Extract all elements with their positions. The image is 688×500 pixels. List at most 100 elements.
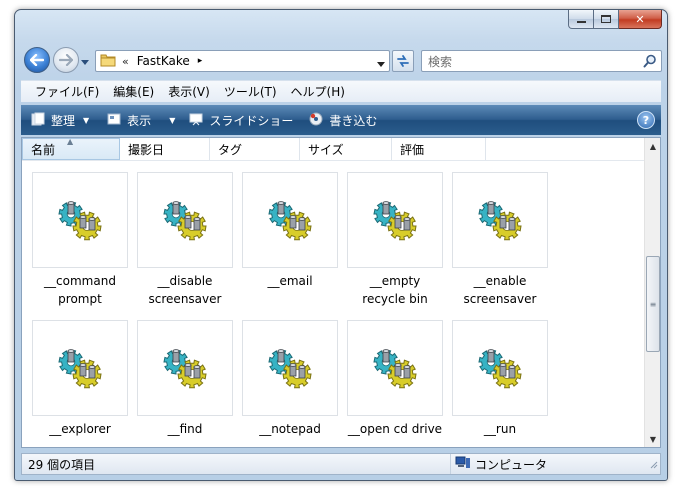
- close-icon: ✕: [635, 12, 645, 26]
- burn-button[interactable]: 書き込む: [309, 112, 377, 129]
- organize-button[interactable]: 整理 ▼: [31, 112, 89, 129]
- file-tile[interactable]: __empty recycle bin: [347, 172, 443, 308]
- chevron-down-icon: [377, 62, 385, 67]
- chevron-down-icon: ▼: [83, 115, 90, 125]
- gears-icon: [58, 201, 102, 241]
- chevron-down-icon: ▼: [169, 115, 176, 125]
- address-separator-arrow[interactable]: ▸: [198, 56, 203, 66]
- maximize-button[interactable]: [594, 10, 619, 29]
- resize-grip-icon[interactable]: [648, 458, 658, 472]
- file-thumbnail: [137, 320, 233, 416]
- file-name: __explorer: [49, 422, 111, 436]
- file-thumbnail: [347, 320, 443, 416]
- file-tile[interactable]: __run: [452, 320, 548, 438]
- file-thumbnail: [347, 172, 443, 268]
- menu-edit[interactable]: 編集(E): [113, 83, 154, 100]
- menu-file[interactable]: ファイル(F): [35, 83, 99, 100]
- file-thumbnail: [32, 172, 128, 268]
- file-thumbnail: [242, 172, 338, 268]
- column-header-name[interactable]: ▲ 名前: [22, 137, 120, 160]
- forward-arrow-icon: [59, 54, 73, 66]
- menu-view[interactable]: 表示(V): [168, 83, 210, 100]
- file-thumbnail: [137, 172, 233, 268]
- caption-buttons: ✕: [568, 10, 662, 29]
- back-arrow-icon: [30, 54, 44, 66]
- scroll-down-button[interactable]: ▼: [645, 431, 661, 447]
- file-name: __open cd drive: [347, 422, 443, 436]
- status-location: コンピュータ: [450, 454, 547, 474]
- slideshow-label: スライドショー: [209, 113, 294, 128]
- views-label: 表示: [127, 113, 152, 128]
- file-tile[interactable]: __explorer: [32, 320, 128, 438]
- minimize-button[interactable]: [568, 10, 594, 29]
- column-header-label: 評価: [400, 142, 425, 157]
- help-icon: ?: [642, 113, 650, 127]
- gears-icon: [373, 349, 417, 389]
- file-name: __empty recycle bin: [362, 274, 428, 306]
- address-bar[interactable]: « FastKake ▸: [95, 50, 390, 72]
- column-header-tags[interactable]: タグ: [210, 138, 300, 160]
- file-thumbnail: [32, 320, 128, 416]
- file-tile[interactable]: __command prompt: [32, 172, 128, 308]
- navigation-bar: « FastKake ▸ 検索: [15, 44, 667, 76]
- menu-bar: ファイル(F) 編集(E) 表示(V) ツール(T) ヘルプ(H): [21, 80, 661, 102]
- back-button[interactable]: [24, 47, 50, 73]
- gears-icon: [373, 201, 417, 241]
- burn-label: 書き込む: [329, 113, 378, 128]
- file-tile[interactable]: __open cd drive: [347, 320, 443, 438]
- search-icon[interactable]: [643, 54, 657, 71]
- address-segment-fastkake[interactable]: FastKake: [137, 54, 190, 68]
- vertical-scrollbar[interactable]: ▲ ≡ ▼: [644, 138, 660, 447]
- file-tile[interactable]: __email: [242, 172, 338, 290]
- command-bar: 整理 ▼ 表示 ▼ スライドショー 書き込む ?: [21, 105, 661, 135]
- column-header-label: タグ: [218, 142, 243, 157]
- location-label: コンピュータ: [475, 457, 548, 472]
- organize-label: 整理: [51, 113, 76, 128]
- recent-pages-dropdown[interactable]: [81, 55, 89, 69]
- forward-button[interactable]: [53, 47, 79, 73]
- column-headers: ▲ 名前 撮影日 タグ サイズ 評価: [22, 137, 646, 161]
- gears-icon: [163, 201, 207, 241]
- column-header-label: 撮影日: [128, 142, 165, 157]
- column-header-date-taken[interactable]: 撮影日: [120, 138, 210, 160]
- file-tile[interactable]: __disable screensaver: [137, 172, 233, 308]
- column-header-size[interactable]: サイズ: [300, 138, 392, 160]
- file-tile[interactable]: __enable screensaver: [452, 172, 548, 308]
- close-button[interactable]: ✕: [619, 10, 662, 29]
- views-button[interactable]: 表示 ▼: [107, 112, 175, 129]
- file-name: __notepad: [259, 422, 321, 436]
- gears-icon: [268, 201, 312, 241]
- file-thumbnail: [452, 320, 548, 416]
- organize-icon: [31, 112, 45, 129]
- file-name: __enable screensaver: [463, 274, 537, 306]
- menu-tools[interactable]: ツール(T): [224, 83, 277, 100]
- gears-icon: [163, 349, 207, 389]
- maximize-icon: [601, 15, 611, 23]
- folder-icon: [100, 53, 116, 70]
- file-list-pane: ▲ 名前 撮影日 タグ サイズ 評価 __command prompt __di…: [21, 137, 661, 448]
- computer-icon: [455, 456, 471, 473]
- column-header-rating[interactable]: 評価: [392, 138, 486, 160]
- scroll-up-button[interactable]: ▲: [645, 138, 661, 154]
- file-name: __disable screensaver: [148, 274, 222, 306]
- refresh-icon: [397, 55, 409, 67]
- refresh-button[interactable]: [392, 50, 414, 72]
- search-input[interactable]: 検索: [421, 50, 662, 72]
- gears-icon: [58, 349, 102, 389]
- slideshow-button[interactable]: スライドショー: [189, 112, 293, 129]
- grip-icon: ≡: [649, 299, 657, 309]
- file-name: __find: [167, 422, 203, 436]
- file-name: __email: [267, 274, 313, 288]
- file-thumbnail: [452, 172, 548, 268]
- menu-help[interactable]: ヘルプ(H): [291, 83, 345, 100]
- explorer-window: ✕ « FastKake ▸ 検索 ファイル(F) 編集(E) 表示(V) ツー…: [14, 9, 668, 481]
- scroll-thumb[interactable]: ≡: [646, 256, 660, 352]
- address-dropdown-button[interactable]: [377, 57, 385, 71]
- address-overflow-chevron[interactable]: «: [122, 55, 129, 68]
- help-button[interactable]: ?: [637, 111, 655, 129]
- file-name: __run: [483, 422, 517, 436]
- status-bar: 29 個の項目 コンピュータ: [21, 453, 661, 475]
- file-tile[interactable]: __find: [137, 320, 233, 438]
- minimize-icon: [576, 21, 586, 23]
- file-tile[interactable]: __notepad: [242, 320, 338, 438]
